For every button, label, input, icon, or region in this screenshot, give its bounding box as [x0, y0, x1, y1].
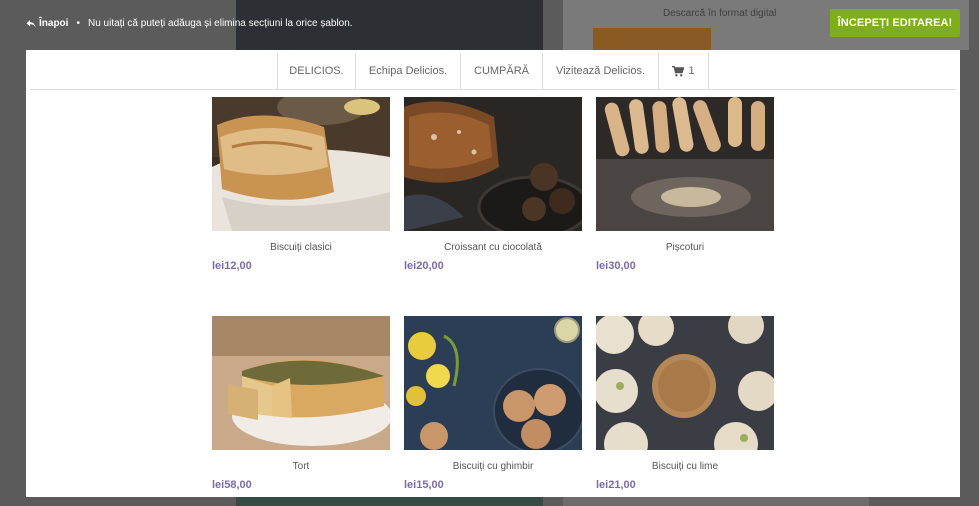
nav-item-team[interactable]: Echipa Delicios.	[356, 53, 461, 89]
product-price: lei30,00	[596, 260, 636, 272]
product-price: lei20,00	[404, 260, 444, 272]
shopping-cart-icon	[672, 65, 685, 76]
product-name[interactable]: Croissant cu ciocolată	[404, 242, 582, 253]
product-price: lei12,00	[212, 260, 252, 272]
nav-divider	[30, 89, 956, 90]
nav-item-shop[interactable]: CUMPĂRĂ	[461, 53, 543, 89]
notice-text: Nu uitați că puteți adăuga și elimina se…	[87, 18, 353, 29]
product-card[interactable]: Pișcoturi lei30,00	[596, 97, 774, 272]
nav-item-visit[interactable]: Vizitează Delicios.	[543, 53, 659, 89]
editor-topbar: Înapoi • Nu uitați că puteți adăuga și e…	[0, 0, 979, 50]
product-image-lime-cookies[interactable]	[596, 316, 774, 450]
product-name[interactable]: Pișcoturi	[596, 242, 774, 253]
site-navigation: DELICIOS. Echipa Delicios. CUMPĂRĂ Vizit…	[26, 50, 960, 90]
start-editing-button[interactable]: ÎNCEPEȚI EDITAREA!	[830, 9, 960, 37]
product-image-tart[interactable]	[212, 316, 390, 450]
nav-menu: DELICIOS. Echipa Delicios. CUMPĂRĂ Vizit…	[277, 53, 709, 89]
nav-cart[interactable]: 1	[659, 53, 709, 89]
product-name[interactable]: Biscuiți cu lime	[596, 461, 774, 472]
product-price: lei15,00	[404, 479, 444, 491]
back-arrow-icon	[26, 19, 36, 28]
product-image-croissant[interactable]	[404, 97, 582, 231]
cart-count: 1	[688, 65, 695, 77]
background-footer-block	[236, 496, 543, 506]
template-preview: DELICIOS. Echipa Delicios. CUMPĂRĂ Vizit…	[26, 50, 960, 497]
product-card[interactable]: Biscuiți cu ghimbir lei15,00	[404, 316, 582, 491]
product-price: lei21,00	[596, 479, 636, 491]
product-price: lei58,00	[212, 479, 252, 491]
back-link[interactable]: Înapoi	[26, 18, 68, 29]
background-footer-block-2	[563, 496, 869, 506]
product-card[interactable]: Biscuiți clasici lei12,00	[212, 97, 390, 272]
product-card[interactable]: Tort lei58,00	[212, 316, 390, 491]
product-card[interactable]: Biscuiți cu lime lei21,00	[596, 316, 774, 491]
product-card[interactable]: Croissant cu ciocolată lei20,00	[404, 97, 582, 272]
product-name[interactable]: Biscuiți cu ghimbir	[404, 461, 582, 472]
template-notice: Înapoi • Nu uitați că puteți adăuga și e…	[26, 18, 353, 29]
product-image-bread[interactable]	[212, 97, 390, 231]
nav-item-delicios[interactable]: DELICIOS.	[278, 53, 356, 89]
product-name[interactable]: Biscuiți clasici	[212, 242, 390, 253]
back-link-label: Înapoi	[39, 18, 69, 29]
separator-dot: •	[76, 18, 80, 29]
product-image-ladyfingers[interactable]	[596, 97, 774, 231]
product-image-ginger-cookies[interactable]	[404, 316, 582, 450]
product-name[interactable]: Tort	[212, 461, 390, 472]
